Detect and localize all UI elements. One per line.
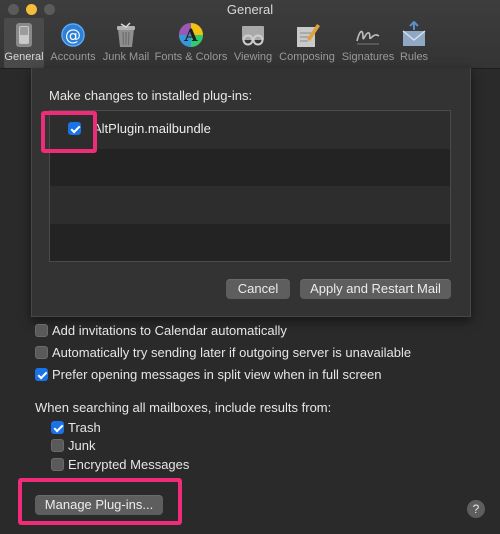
list-item[interactable]: AltPlugin.mailbundle <box>50 111 450 149</box>
glasses-icon <box>242 26 264 46</box>
tab-fonts-colors[interactable]: A Fonts & Colors <box>153 18 229 68</box>
tab-general[interactable]: General <box>4 18 44 68</box>
tab-junk-mail[interactable]: Junk Mail <box>101 18 151 68</box>
option-label: Trash <box>68 420 101 435</box>
search-option-encrypted[interactable]: Encrypted Messages <box>51 457 189 472</box>
envelope-rules-icon <box>402 21 426 46</box>
cancel-button[interactable]: Cancel <box>226 279 290 299</box>
sheet-heading: Make changes to installed plug-ins: <box>49 88 253 103</box>
option-prefer-split-view[interactable]: Prefer opening messages in split view wh… <box>35 367 382 382</box>
apply-and-restart-button[interactable]: Apply and Restart Mail <box>300 279 451 299</box>
plugin-name: AltPlugin.mailbundle <box>93 121 211 136</box>
help-button[interactable]: ? <box>467 500 485 518</box>
pencil-paper-icon <box>297 24 320 47</box>
window-title: General <box>226 2 274 17</box>
highlight-annotation <box>18 478 182 525</box>
trash-checkbox[interactable] <box>51 421 64 434</box>
switch-icon <box>16 23 32 47</box>
search-option-trash[interactable]: Trash <box>51 420 101 435</box>
option-try-sending-later[interactable]: Automatically try sending later if outgo… <box>35 345 411 360</box>
try-sending-later-checkbox[interactable] <box>35 346 48 359</box>
option-label: Add invitations to Calendar automaticall… <box>52 323 287 338</box>
add-invitations-checkbox[interactable] <box>35 324 48 337</box>
preferences-toolbar: General @ Accounts Junk Mail A Fonts & C… <box>0 18 500 68</box>
tab-rules[interactable]: Rules <box>398 18 430 68</box>
svg-text:@: @ <box>65 26 81 45</box>
option-add-invitations[interactable]: Add invitations to Calendar automaticall… <box>35 323 287 338</box>
empty-list-row <box>50 223 450 261</box>
option-label: Junk <box>68 438 96 453</box>
title-bar: General General @ Accounts Junk Mail A F… <box>0 0 500 69</box>
tab-accounts[interactable]: @ Accounts <box>47 18 99 68</box>
highlight-annotation <box>41 111 97 153</box>
junk-checkbox[interactable] <box>51 439 64 452</box>
plugin-list[interactable]: AltPlugin.mailbundle <box>49 110 451 262</box>
trash-can-icon <box>117 22 135 47</box>
prefer-split-view-checkbox[interactable] <box>35 368 48 381</box>
option-label: Encrypted Messages <box>68 457 190 472</box>
mail-preferences-window: General General @ Accounts Junk Mail A F… <box>0 0 500 534</box>
option-label: Prefer opening messages in split view wh… <box>52 367 382 382</box>
option-label: Automatically try sending later if outgo… <box>52 345 412 360</box>
tab-composing[interactable]: Composing <box>277 18 337 68</box>
tab-viewing[interactable]: Viewing <box>231 18 275 68</box>
at-sign-icon: @ <box>61 23 85 47</box>
search-option-junk[interactable]: Junk <box>51 438 95 453</box>
search-heading: When searching all mailboxes, include re… <box>35 400 332 415</box>
font-color-wheel-icon: A <box>179 23 203 47</box>
manage-plugins-sheet: Make changes to installed plug-ins: AltP… <box>31 68 471 317</box>
encrypted-messages-checkbox[interactable] <box>51 458 64 471</box>
svg-text:A: A <box>183 26 198 46</box>
tab-signatures[interactable]: Signatures <box>339 18 397 68</box>
empty-list-row <box>50 186 450 224</box>
empty-list-row <box>50 148 450 186</box>
signature-icon <box>356 30 380 45</box>
